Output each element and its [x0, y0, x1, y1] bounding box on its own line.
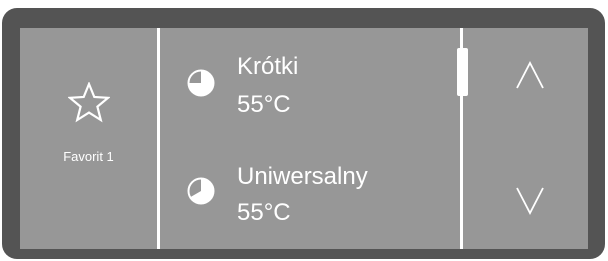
program-item-krotki[interactable]: Krótki 55°C — [160, 43, 457, 133]
program-temperature: 55°C — [237, 91, 291, 118]
display-screen: Favorit 1 Krótki 55°C Uniwersalny 55°C — [20, 28, 588, 249]
favorite-button[interactable]: Favorit 1 — [20, 28, 157, 249]
pie-clock-icon — [186, 176, 216, 206]
chevron-up-icon — [505, 53, 555, 103]
scrollbar-thumb[interactable] — [457, 48, 468, 96]
chevron-down-icon — [505, 176, 555, 226]
scroll-up-button[interactable] — [505, 53, 555, 103]
star-icon — [67, 81, 111, 124]
scroll-down-button[interactable] — [505, 176, 555, 226]
favorite-label: Favorit 1 — [63, 149, 114, 164]
program-item-uniwersalny[interactable]: Uniwersalny 55°C — [160, 153, 457, 243]
program-name: Krótki — [237, 53, 299, 80]
pie-clock-icon — [186, 68, 216, 98]
program-name: Uniwersalny — [237, 163, 368, 190]
program-temperature: 55°C — [237, 199, 291, 226]
